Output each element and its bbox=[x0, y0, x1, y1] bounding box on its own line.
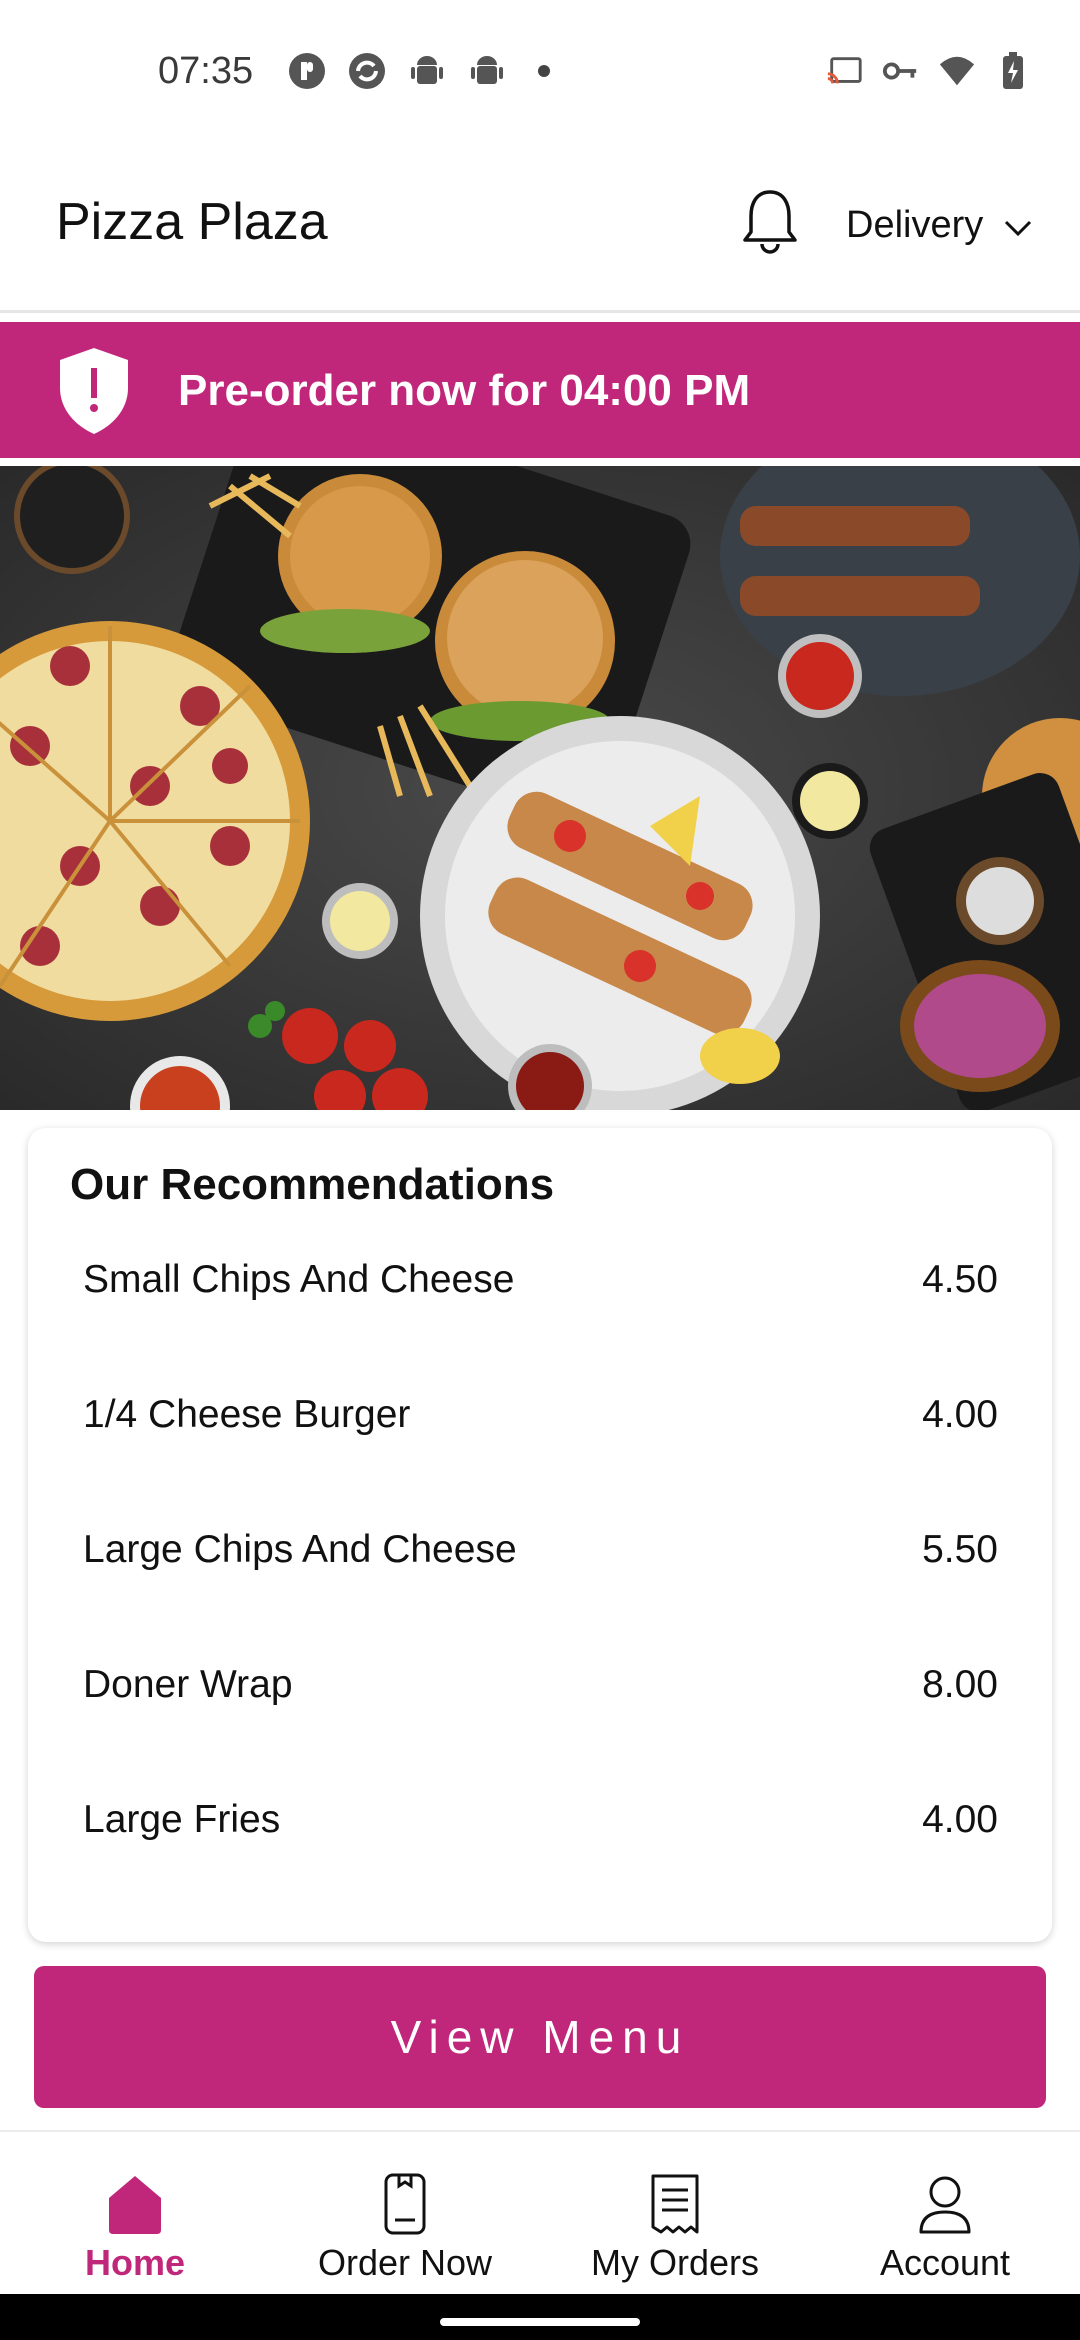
nav-item-home[interactable]: Home bbox=[0, 2132, 270, 2296]
hero-food-image bbox=[0, 466, 1080, 1110]
home-gesture-handle[interactable] bbox=[440, 2318, 640, 2326]
android-icon bbox=[468, 52, 506, 90]
item-name: Large Chips And Cheese bbox=[83, 1528, 517, 1571]
dot-icon bbox=[538, 65, 550, 77]
list-item[interactable]: 1/4 Cheese Burger 4.00 bbox=[28, 1373, 1052, 1508]
sync-app-icon bbox=[348, 52, 386, 90]
app-p-icon bbox=[288, 52, 326, 90]
nav-item-account[interactable]: Account bbox=[810, 2132, 1080, 2296]
wifi-icon bbox=[938, 52, 976, 90]
delivery-mode-selector[interactable]: Delivery bbox=[846, 204, 1033, 247]
item-price: 4.50 bbox=[922, 1258, 998, 1301]
vpn-key-icon bbox=[882, 52, 920, 90]
item-name: Doner Wrap bbox=[83, 1663, 293, 1706]
bottom-nav: Home Order Now My Orders Account bbox=[0, 2130, 1080, 2296]
preorder-text: Pre-order now for 04:00 PM bbox=[178, 366, 751, 415]
list-item[interactable]: Doner Wrap 8.00 bbox=[28, 1643, 1052, 1778]
item-price: 8.00 bbox=[922, 1663, 998, 1706]
nav-label-account: Account bbox=[879, 2242, 1011, 2283]
nav-label-home: Home bbox=[84, 2242, 186, 2283]
delivery-label: Delivery bbox=[846, 204, 984, 246]
order-phone-icon bbox=[375, 2172, 435, 2236]
list-item[interactable]: Large Fries 4.00 bbox=[28, 1778, 1052, 1913]
item-name: 1/4 Cheese Burger bbox=[83, 1393, 411, 1436]
cast-icon bbox=[826, 52, 864, 90]
item-price: 4.00 bbox=[922, 1798, 998, 1841]
app-header: Pizza Plaza Delivery bbox=[0, 150, 1080, 313]
item-price: 4.00 bbox=[922, 1393, 998, 1436]
list-item[interactable]: Small Chips And Cheese 4.50 bbox=[28, 1238, 1052, 1373]
home-icon bbox=[105, 2172, 165, 2236]
preorder-banner[interactable]: Pre-order now for 04:00 PM bbox=[0, 322, 1080, 458]
recommendations-card: Our Recommendations Small Chips And Chee… bbox=[28, 1128, 1052, 1942]
app-title: Pizza Plaza bbox=[56, 193, 328, 251]
bell-icon[interactable] bbox=[740, 186, 800, 258]
nav-label-my-orders: My Orders bbox=[590, 2242, 759, 2283]
status-time: 07:35 bbox=[158, 50, 254, 92]
android-icon bbox=[408, 52, 446, 90]
recommendations-title: Our Recommendations bbox=[70, 1160, 555, 1209]
view-menu-button[interactable]: View Menu bbox=[34, 1966, 1046, 2108]
item-price: 5.50 bbox=[922, 1528, 998, 1571]
status-bar: 07:35 bbox=[0, 0, 1080, 150]
status-system-icons bbox=[826, 52, 1032, 90]
nav-label-order-now: Order Now bbox=[317, 2242, 493, 2283]
battery-charging-icon bbox=[994, 52, 1032, 90]
shield-alert-icon bbox=[56, 346, 132, 436]
list-item[interactable]: Large Chips And Cheese 5.50 bbox=[28, 1508, 1052, 1643]
receipt-icon bbox=[645, 2172, 705, 2236]
status-notification-icons bbox=[288, 52, 550, 90]
item-name: Large Fries bbox=[83, 1798, 281, 1841]
chevron-down-icon bbox=[1003, 204, 1033, 247]
user-icon bbox=[915, 2172, 975, 2236]
nav-item-my-orders[interactable]: My Orders bbox=[540, 2132, 810, 2296]
system-navigation-bar bbox=[0, 2294, 1080, 2340]
recommendations-list: Small Chips And Cheese 4.50 1/4 Cheese B… bbox=[28, 1238, 1052, 1913]
item-name: Small Chips And Cheese bbox=[83, 1258, 515, 1301]
nav-item-order-now[interactable]: Order Now bbox=[270, 2132, 540, 2296]
